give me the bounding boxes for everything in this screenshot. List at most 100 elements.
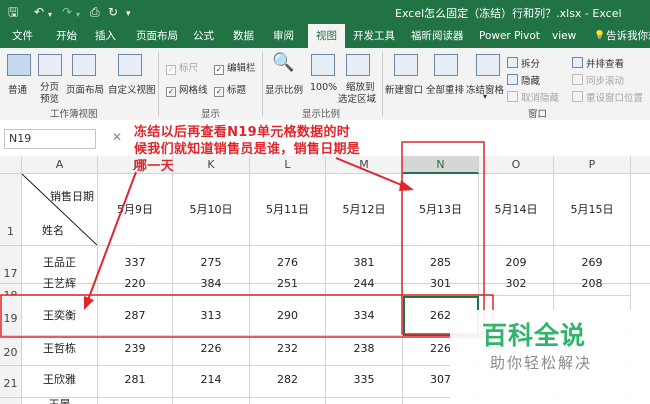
name-cell[interactable]: 王艺辉: [22, 272, 98, 296]
column-header-next[interactable]: [631, 156, 650, 174]
view-side-by-side-button[interactable]: 并排查看: [572, 56, 624, 70]
row-header-1[interactable]: 1: [0, 174, 22, 246]
tab-data[interactable]: 数据: [233, 24, 254, 48]
row-header-18[interactable]: 18: [0, 284, 22, 296]
print-preview-icon[interactable]: ⎙: [90, 4, 100, 20]
table-cell[interactable]: 281: [98, 366, 173, 398]
split-button[interactable]: 拆分: [507, 56, 540, 70]
table-cell[interactable]: 384: [173, 272, 250, 296]
lightbulb-icon[interactable]: 💡: [594, 24, 605, 48]
table-cell[interactable]: 226: [173, 336, 250, 366]
table-cell[interactable]: 302: [479, 272, 554, 296]
table-cell[interactable]: 290: [250, 296, 326, 336]
tab-formulas[interactable]: 公式: [193, 24, 214, 48]
synchronous-scrolling-button[interactable]: 同步滚动: [572, 73, 624, 87]
zoom-to-selection-icon[interactable]: [346, 54, 370, 76]
tab-page-layout[interactable]: 页面布局: [136, 24, 178, 48]
custom-views-icon[interactable]: [118, 54, 142, 76]
tab-developer[interactable]: 开发工具: [353, 24, 395, 48]
reset-window-position-button[interactable]: 重设窗口位置: [572, 90, 643, 104]
cancel-entry-icon[interactable]: ✕: [112, 130, 122, 144]
column-header-a[interactable]: A: [22, 156, 98, 174]
table-cell[interactable]: [98, 398, 173, 404]
name-box[interactable]: N19: [4, 129, 96, 149]
redo-icon[interactable]: ↷: [62, 4, 72, 20]
repeat-icon[interactable]: ↻: [108, 4, 118, 20]
date-cell-o1[interactable]: 5月14日: [479, 174, 554, 246]
tab-insert[interactable]: 插入: [95, 24, 116, 48]
new-window-button[interactable]: 新建窗口: [385, 82, 423, 96]
zoom-100-icon[interactable]: [311, 54, 335, 76]
table-cell[interactable]: [173, 398, 250, 404]
column-header-o[interactable]: O: [479, 156, 554, 174]
table-cell[interactable]: [326, 398, 403, 404]
table-cell[interactable]: [631, 174, 650, 246]
zoom-to-selection-line2[interactable]: 选定区域: [338, 91, 376, 105]
unhide-button[interactable]: 取消隐藏: [507, 90, 559, 104]
zoom-button[interactable]: 显示比例: [265, 82, 303, 96]
table-cell[interactable]: [631, 246, 650, 284]
table-cell[interactable]: 335: [326, 366, 403, 398]
table-cell[interactable]: 251: [250, 272, 326, 296]
zoom-magnifier-icon[interactable]: 🔍: [272, 52, 294, 73]
table-cell[interactable]: 301: [403, 272, 479, 296]
undo-icon[interactable]: ↶: [34, 4, 44, 20]
gridlines-checkbox[interactable]: ✓ 网格线: [166, 82, 208, 97]
column-header-p[interactable]: P: [554, 156, 631, 174]
headings-checkbox[interactable]: ✓ 标题: [214, 82, 246, 97]
row-header-19[interactable]: 19: [0, 296, 22, 336]
table-cell[interactable]: 208: [554, 272, 631, 296]
tab-home[interactable]: 开始: [56, 24, 77, 48]
formula-bar-checkbox[interactable]: ✓ 编辑栏: [214, 60, 256, 75]
zoom-100-button[interactable]: 100%: [310, 82, 337, 93]
freeze-panes-dropdown-icon[interactable]: ▾: [483, 92, 487, 101]
tab-power-pivot[interactable]: Power Pivot: [479, 24, 540, 48]
tab-review[interactable]: 审阅: [273, 24, 294, 48]
page-break-preview-icon[interactable]: [38, 54, 62, 76]
hide-button[interactable]: 隐藏: [507, 73, 540, 87]
table-cell[interactable]: 232: [250, 336, 326, 366]
normal-view-button[interactable]: 普通: [8, 82, 27, 96]
table-cell[interactable]: 334: [326, 296, 403, 336]
select-all-corner[interactable]: [0, 156, 22, 174]
page-break-preview-line2[interactable]: 预览: [40, 91, 59, 105]
table-cell[interactable]: 287: [98, 296, 173, 336]
name-cell[interactable]: 王奕衡: [22, 296, 98, 336]
freeze-panes-icon[interactable]: [476, 54, 500, 76]
row-header-22[interactable]: [0, 398, 22, 404]
row-header-20[interactable]: 20: [0, 336, 22, 366]
date-cell-p1[interactable]: 5月15日: [554, 174, 631, 246]
table-cell[interactable]: 313: [173, 296, 250, 336]
name-cell[interactable]: 王欣雅: [22, 366, 98, 398]
redo-dropdown-icon[interactable]: ▾: [76, 7, 80, 23]
name-cell[interactable]: 王晏: [22, 398, 98, 404]
arrange-all-button[interactable]: 全部重排: [426, 82, 464, 96]
date-cell-k1[interactable]: 5月10日: [173, 174, 250, 246]
undo-dropdown-icon[interactable]: ▾: [48, 7, 52, 23]
table-cell[interactable]: 282: [250, 366, 326, 398]
tab-file[interactable]: 文件: [12, 24, 33, 48]
date-cell-l1[interactable]: 5月11日: [250, 174, 326, 246]
customize-icon[interactable]: ▾: [126, 6, 131, 22]
new-window-icon[interactable]: [394, 54, 418, 76]
custom-views-button[interactable]: 自定义视图: [108, 82, 156, 96]
date-cell-m1[interactable]: 5月12日: [326, 174, 403, 246]
normal-view-icon[interactable]: [7, 54, 31, 76]
name-cell[interactable]: 王哲栋: [22, 336, 98, 366]
ruler-checkbox[interactable]: ✓ 标尺: [166, 60, 198, 75]
page-layout-button[interactable]: 页面布局: [66, 82, 104, 96]
table-cell[interactable]: 214: [173, 366, 250, 398]
column-header-n[interactable]: N: [403, 156, 479, 174]
date-cell-n1[interactable]: 5月13日: [403, 174, 479, 246]
tab-view-en[interactable]: view: [552, 24, 576, 48]
date-cell-j1[interactable]: 5月9日: [98, 174, 173, 246]
save-icon[interactable]: 🖫: [8, 4, 18, 20]
page-layout-icon[interactable]: [72, 54, 96, 76]
table-cell[interactable]: 244: [326, 272, 403, 296]
arrange-all-icon[interactable]: [434, 54, 458, 76]
row-header-17[interactable]: 17: [0, 246, 22, 284]
tab-foxit[interactable]: 福昕阅读器: [411, 24, 464, 48]
tab-view[interactable]: 视图: [308, 24, 345, 48]
diagonal-header-cell[interactable]: 销售日期 姓名: [22, 174, 98, 246]
table-cell[interactable]: 238: [326, 336, 403, 366]
